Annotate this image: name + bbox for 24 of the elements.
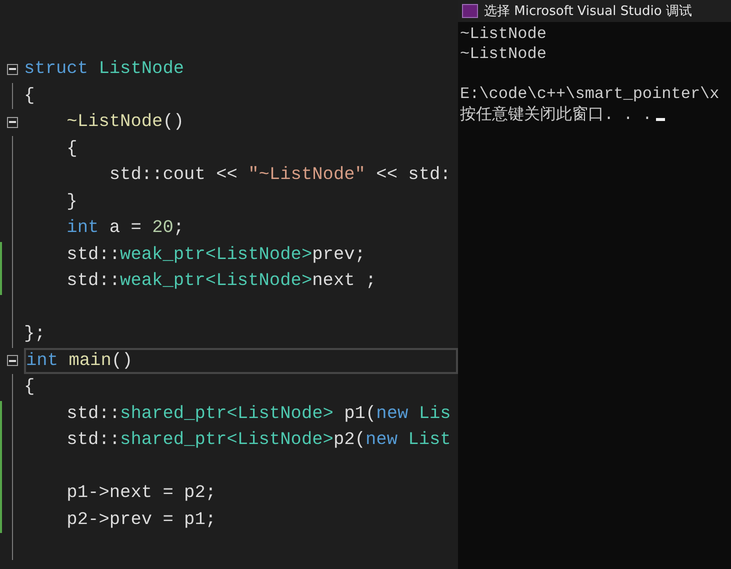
collapse-icon[interactable]: [7, 64, 18, 75]
collapse-icon[interactable]: [7, 116, 18, 128]
code-line: ~ListNode(): [66, 111, 186, 134]
console-output-line: E:\code\c++\smart_pointer\x: [460, 85, 720, 103]
collapse-icon[interactable]: [7, 355, 18, 366]
code-line: int a = 20;: [66, 217, 186, 240]
code-line: p1->next = p2;: [66, 482, 218, 505]
code-line: std::weak_ptr<ListNode>prev;: [66, 244, 366, 266]
code-line: {: [66, 138, 78, 160]
console-app-icon: [462, 4, 478, 18]
code-line: p2->prev = p1;: [66, 508, 218, 532]
window-title: 选择 Microsoft Visual Studio 调试: [484, 3, 692, 20]
code-line: struct ListNode: [24, 58, 186, 81]
code-line: }: [66, 190, 78, 214]
code-line: {: [24, 376, 36, 399]
console-output-line: ~ListNode: [460, 25, 546, 43]
console-output-line: ~ListNode: [460, 45, 546, 63]
code-line: {: [24, 84, 36, 108]
code-line: std::shared_ptr<ListNode> p1(new Lis: [66, 402, 452, 426]
code-line: std::cout << "~ListNode" << std:: [108, 164, 452, 187]
code-line: std::weak_ptr<ListNode>next ;: [66, 270, 378, 293]
code-line: std::shared_ptr<ListNode>p2(new List: [66, 429, 452, 452]
code-line: };: [24, 323, 46, 346]
console-output-line: 按任意键关闭此窗口. . .: [460, 104, 652, 124]
